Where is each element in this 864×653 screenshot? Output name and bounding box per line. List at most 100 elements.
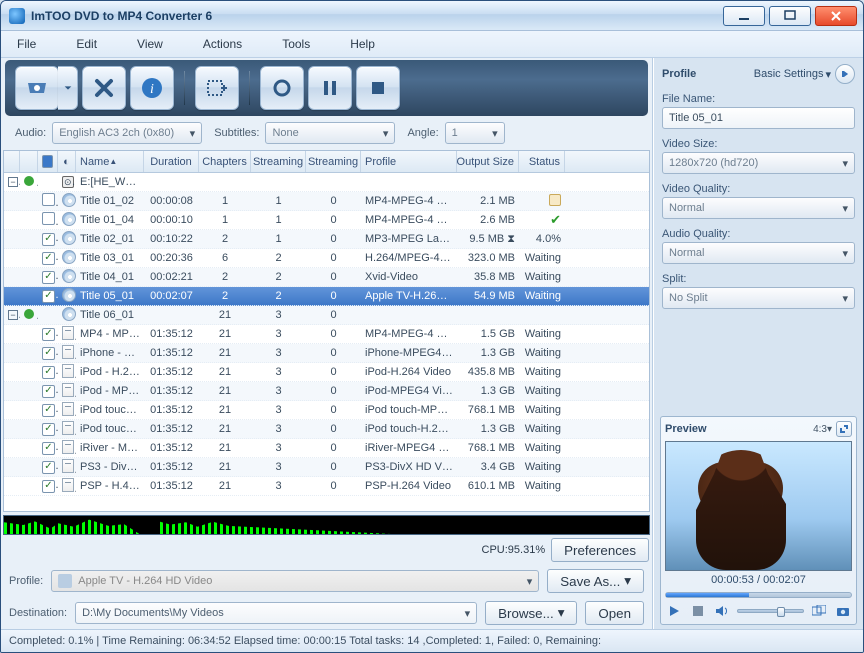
table-row[interactable]: PS3 - Div…01:35:122130PS3-DivX HD Vi…3.4… xyxy=(4,458,649,477)
row-checkbox[interactable] xyxy=(42,461,55,474)
preview-play-button[interactable] xyxy=(665,602,683,620)
table-row[interactable]: iPod - MP…01:35:122130iPod-MPEG4 Vid…1.3… xyxy=(4,382,649,401)
header-output-size[interactable]: Output Size xyxy=(457,151,519,172)
row-checkbox[interactable] xyxy=(42,385,55,398)
table-row[interactable]: Title 01_0400:00:10110MP4-MPEG-4 Vi…2.6 … xyxy=(4,211,649,230)
record-button[interactable] xyxy=(260,66,304,110)
menu-edit[interactable]: Edit xyxy=(76,37,97,51)
preferences-button[interactable]: Preferences xyxy=(551,538,649,562)
header-chapters[interactable]: Chapters xyxy=(199,151,251,172)
collapse-icon[interactable]: − xyxy=(8,310,18,320)
row-checkbox[interactable] xyxy=(42,423,55,436)
info-button[interactable]: i xyxy=(130,66,174,110)
angle-dropdown[interactable]: 1▾ xyxy=(445,122,505,144)
table-row[interactable]: Title 01_0200:00:08110MP4-MPEG-4 Vi…2.1 … xyxy=(4,192,649,211)
video-quality-dropdown[interactable]: Normal▾ xyxy=(662,197,855,219)
header-status[interactable]: Status xyxy=(519,151,565,172)
cell-stream2: 0 xyxy=(306,404,361,416)
cell-duration: 01:35:12 xyxy=(144,328,199,340)
volume-icon[interactable] xyxy=(713,602,731,620)
screenshot-copy-button[interactable] xyxy=(810,602,828,620)
table-row[interactable]: iPhone - …01:35:122130iPhone-MPEG4 …1.3 … xyxy=(4,344,649,363)
split-dropdown[interactable]: No Split▾ xyxy=(662,287,855,309)
split-label: Split: xyxy=(662,273,855,285)
video-size-dropdown[interactable]: 1280x720 (hd720)▾ xyxy=(662,152,855,174)
table-row[interactable]: Title 03_0100:20:36620H.264/MPEG-4…323.0… xyxy=(4,249,649,268)
preview-screen[interactable] xyxy=(665,441,852,571)
cell-stream2: 0 xyxy=(306,328,361,340)
menu-actions[interactable]: Actions xyxy=(203,37,242,51)
cell-name: Title 03_01 xyxy=(76,252,144,264)
row-checkbox[interactable] xyxy=(42,347,55,360)
table-row[interactable]: Title 02_0100:10:22210MP3-MPEG Lay…9.5 M… xyxy=(4,230,649,249)
row-checkbox[interactable] xyxy=(42,212,55,225)
row-checkbox[interactable] xyxy=(42,252,55,265)
load-dvd-button[interactable] xyxy=(15,66,59,110)
row-checkbox[interactable] xyxy=(42,193,55,206)
menu-file[interactable]: File xyxy=(17,37,36,51)
audio-quality-dropdown[interactable]: Normal▾ xyxy=(662,242,855,264)
save-as-button[interactable]: Save As...▾ xyxy=(547,569,644,593)
row-checkbox[interactable] xyxy=(42,271,55,284)
header-streaming1[interactable]: Streaming xyxy=(251,151,306,172)
row-checkbox[interactable] xyxy=(42,366,55,379)
aspect-dropdown[interactable]: 4:3▾ xyxy=(813,424,832,435)
table-row[interactable]: iPod touc…01:35:122130iPod touch-H.2…1.3… xyxy=(4,420,649,439)
table-row[interactable]: Title 05_0100:02:07220Apple TV-H.264…54.… xyxy=(4,287,649,306)
close-button[interactable] xyxy=(815,6,857,26)
collapse-icon[interactable]: − xyxy=(8,177,18,187)
audio-dropdown[interactable]: English AC3 2ch (0x80)▾ xyxy=(52,122,202,144)
cell-status: Waiting xyxy=(519,385,565,397)
preview-stop-button[interactable] xyxy=(689,602,707,620)
header-type-icon[interactable]: ◐ xyxy=(58,151,76,172)
cell-status: Waiting xyxy=(519,404,565,416)
preview-seekbar[interactable] xyxy=(665,592,852,598)
menu-tools[interactable]: Tools xyxy=(282,37,310,51)
open-button[interactable]: Open xyxy=(585,601,644,625)
header-duration[interactable]: Duration xyxy=(144,151,199,172)
volume-slider[interactable] xyxy=(737,609,804,613)
header-checkbox[interactable] xyxy=(38,151,58,172)
profile-row: Profile: Apple TV - H.264 HD Video▾ Save… xyxy=(1,565,652,597)
menu-view[interactable]: View xyxy=(137,37,163,51)
remove-button[interactable] xyxy=(82,66,126,110)
cell-chapters: 21 xyxy=(199,328,251,340)
cell-profile: Apple TV-H.264… xyxy=(361,290,457,302)
menu-help[interactable]: Help xyxy=(350,37,375,51)
row-checkbox[interactable] xyxy=(42,404,55,417)
table-row[interactable]: PSP - H.4…01:35:122130PSP-H.264 Video610… xyxy=(4,477,649,496)
stop-button[interactable] xyxy=(356,66,400,110)
popout-button[interactable] xyxy=(836,421,852,437)
table-row[interactable]: −⊙E:[HE_W… xyxy=(4,173,649,192)
header-streaming2[interactable]: Streaming xyxy=(306,151,361,172)
pause-button[interactable] xyxy=(308,66,352,110)
table-row[interactable]: iPod - H.2…01:35:122130iPod-H.264 Video4… xyxy=(4,363,649,382)
header-profile[interactable]: Profile xyxy=(361,151,457,172)
cell-stream2: 0 xyxy=(306,385,361,397)
destination-dropdown[interactable]: D:\My Documents\My Videos▾ xyxy=(75,602,477,624)
row-checkbox[interactable] xyxy=(42,290,55,303)
table-row[interactable]: iPod touc…01:35:122130iPod touch-MPE…768… xyxy=(4,401,649,420)
table-row[interactable]: MP4 - MP…01:35:122130MP4-MPEG-4 Vi…1.5 G… xyxy=(4,325,649,344)
row-checkbox[interactable] xyxy=(42,442,55,455)
row-checkbox[interactable] xyxy=(42,328,55,341)
subtitles-dropdown[interactable]: None▾ xyxy=(265,122,395,144)
minimize-button[interactable] xyxy=(723,6,765,26)
table-row[interactable]: Title 04_0100:02:21220Xvid-Video35.8 MBW… xyxy=(4,268,649,287)
row-checkbox[interactable] xyxy=(42,233,55,246)
filename-input[interactable]: Title 05_01 xyxy=(662,107,855,129)
load-dvd-dropdown[interactable] xyxy=(58,66,78,110)
active-dot-icon xyxy=(24,309,34,319)
header-name[interactable]: Name ▲ xyxy=(76,151,144,172)
advanced-settings-button[interactable] xyxy=(835,64,855,84)
clip-button[interactable] xyxy=(195,66,239,110)
profile-dropdown[interactable]: Apple TV - H.264 HD Video▾ xyxy=(51,570,539,592)
snapshot-button[interactable] xyxy=(834,602,852,620)
table-row[interactable]: iRiver - M…01:35:122130iRiver-MPEG4 Vi…7… xyxy=(4,439,649,458)
table-row[interactable]: −Title 06_012130 xyxy=(4,306,649,325)
cell-stream2: 0 xyxy=(306,309,361,321)
maximize-button[interactable] xyxy=(769,6,811,26)
browse-button[interactable]: Browse...▾ xyxy=(485,601,577,625)
settings-toggle[interactable]: Basic Settings▾ xyxy=(754,68,831,81)
row-checkbox[interactable] xyxy=(42,480,55,493)
